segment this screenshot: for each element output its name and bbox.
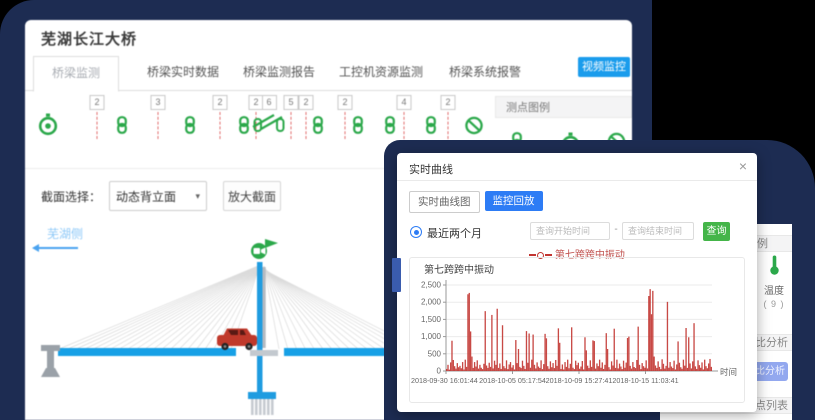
start-time-input[interactable] bbox=[530, 222, 610, 240]
svg-text:2,500: 2,500 bbox=[421, 281, 442, 290]
modal-tabs: 实时曲线图 监控回放 bbox=[409, 191, 543, 213]
svg-text:2018-10-05 05:17:54: 2018-10-05 05:17:54 bbox=[479, 376, 546, 385]
vibration-chart: 0 500 1,000 1,500 2,000 2,500 2018-09-30 16:01… bbox=[410, 275, 744, 403]
bridge-pier-cap bbox=[248, 392, 276, 399]
query-button[interactable]: 查询 bbox=[703, 222, 730, 241]
bridge-abutment bbox=[41, 345, 60, 377]
temperature-count: ( 9 ) bbox=[756, 299, 792, 309]
date-separator: - bbox=[611, 224, 621, 235]
recent-two-months-radio[interactable] bbox=[410, 226, 422, 238]
tab-monitor-playback[interactable]: 监控回放 bbox=[485, 191, 543, 211]
temperature-block[interactable]: 温度 ( 9 ) bbox=[756, 254, 792, 309]
modal-side-handle[interactable] bbox=[392, 258, 401, 292]
camera-icon[interactable] bbox=[251, 239, 278, 259]
svg-text:2018-09-30 16:01:44: 2018-09-30 16:01:44 bbox=[411, 376, 478, 385]
bridge-tower bbox=[257, 262, 263, 392]
svg-text:2,000: 2,000 bbox=[421, 298, 442, 307]
query-controls: 最近两个月 - 查询 bbox=[397, 221, 757, 243]
temperature-label: 温度 bbox=[756, 282, 792, 297]
thermometer-icon bbox=[768, 254, 781, 276]
tab-realtime-curve[interactable]: 实时曲线图 bbox=[409, 191, 480, 213]
car bbox=[217, 329, 257, 351]
close-icon[interactable]: × bbox=[739, 158, 747, 174]
svg-text:时间: 时间 bbox=[720, 367, 737, 377]
svg-text:0: 0 bbox=[437, 367, 442, 376]
chart-title: 第七跨跨中振动 bbox=[424, 261, 494, 276]
bridge-deck-left bbox=[58, 348, 236, 356]
modal-header: 实时曲线 × bbox=[397, 153, 757, 181]
bridge-tower-back bbox=[263, 267, 266, 348]
end-time-input[interactable] bbox=[622, 222, 694, 240]
svg-text:2018-10-15 11:03:41: 2018-10-15 11:03:41 bbox=[612, 376, 678, 385]
svg-text:500: 500 bbox=[428, 349, 442, 358]
bridge-deck-joint bbox=[250, 350, 278, 356]
modal-title: 实时曲线 bbox=[409, 161, 453, 177]
svg-text:1,500: 1,500 bbox=[421, 315, 442, 324]
realtime-curve-modal: 实时曲线 × 实时曲线图 监控回放 最近两个月 - 查询 第七跨跨中振动 第七跨… bbox=[397, 153, 757, 412]
recent-two-months-label: 最近两个月 bbox=[427, 225, 482, 241]
bridge-pier-piles bbox=[251, 399, 274, 415]
svg-text:1,000: 1,000 bbox=[421, 332, 442, 341]
chart-panel: 第七跨跨中振动 0 500 1,000 1,500 2,000 2,500 2018-09-… bbox=[409, 257, 745, 403]
svg-text:2018-10-09 15:27:41: 2018-10-09 15:27:41 bbox=[546, 376, 613, 385]
